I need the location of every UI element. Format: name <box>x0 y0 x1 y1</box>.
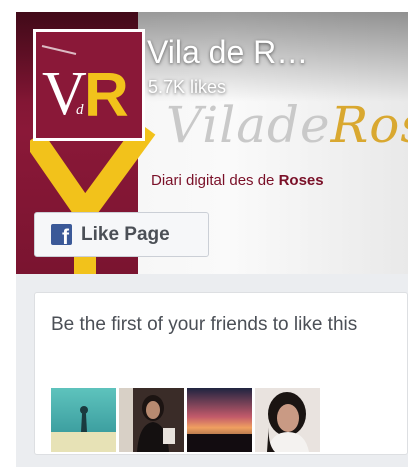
cover-tagline: Diari digital des de Roses <box>151 172 324 189</box>
friend-photo-3[interactable] <box>187 388 252 452</box>
likes-count: 5.7K likes <box>148 77 227 97</box>
cover-wordmark: ViladeRos <box>166 96 408 154</box>
facebook-page-plugin: ViladeRos Diari digital des de Roses V d… <box>16 12 408 467</box>
svg-text:R: R <box>84 61 129 130</box>
friends-card: Be the first of your friends to like thi… <box>34 292 408 455</box>
friend-photo-1[interactable] <box>51 388 116 452</box>
friend-photo-2[interactable] <box>119 388 184 452</box>
like-page-button[interactable]: f Like Page <box>34 212 209 257</box>
friend-photo-4[interactable] <box>255 388 320 452</box>
page-title[interactable]: Vila de R… <box>147 34 308 71</box>
facebook-f-icon: f <box>51 224 72 245</box>
friend-faces <box>51 388 320 452</box>
friends-prompt: Be the first of your friends to like thi… <box>51 314 358 335</box>
vdr-logo: V d R <box>36 32 142 138</box>
svg-text:d: d <box>76 102 84 118</box>
like-page-label: Like Page <box>81 223 170 245</box>
page-avatar[interactable]: V d R <box>33 29 145 141</box>
